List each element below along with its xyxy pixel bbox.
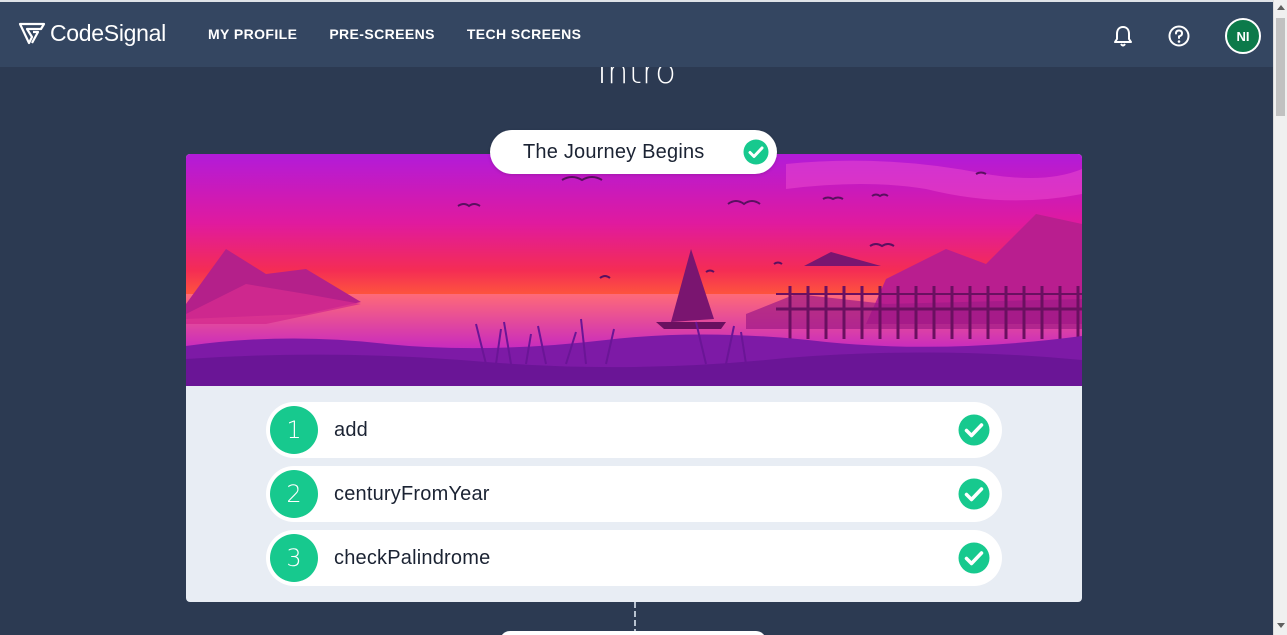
task-name: add [334, 418, 368, 441]
task-row-3[interactable]: 3 checkPalindrome [266, 530, 1002, 586]
task-name: centuryFromYear [334, 482, 490, 505]
scroll-up-arrow-icon[interactable] [1277, 4, 1285, 12]
nav-pre-screens[interactable]: PRE-SCREENS [329, 26, 435, 42]
next-topic-badge[interactable] [500, 631, 766, 635]
check-circle-icon [958, 542, 990, 574]
nav-tech-screens[interactable]: TECH SCREENS [467, 26, 581, 42]
help-circle-icon [1168, 25, 1190, 47]
top-navigation-bar: CodeSignal MY PROFILE PRE-SCREENS TECH S… [0, 0, 1273, 67]
sunset-banner-image [186, 154, 1082, 386]
topic-title-badge[interactable]: The Journey Begins [490, 130, 777, 174]
nav-my-profile[interactable]: MY PROFILE [208, 26, 297, 42]
task-name: checkPalindrome [334, 546, 491, 569]
vertical-scrollbar[interactable] [1273, 0, 1287, 635]
bell-icon [1114, 26, 1132, 47]
task-number: 3 [270, 534, 318, 582]
check-circle-icon [958, 414, 990, 446]
task-row-1[interactable]: 1 add [266, 402, 1002, 458]
check-circle-icon [743, 139, 769, 165]
notifications-button[interactable] [1112, 24, 1134, 53]
scrollbar-thumb[interactable] [1276, 18, 1285, 116]
main-nav: MY PROFILE PRE-SCREENS TECH SCREENS [208, 26, 581, 42]
arcade-topic-card: 1 add 2 centuryFromYear 3 checkPalindrom… [186, 154, 1082, 602]
avatar[interactable]: NI [1225, 18, 1261, 54]
help-button[interactable] [1167, 24, 1191, 53]
task-row-2[interactable]: 2 centuryFromYear [266, 466, 1002, 522]
task-number: 1 [270, 406, 318, 454]
topic-title: The Journey Begins [523, 140, 705, 163]
check-circle-icon [958, 478, 990, 510]
task-number: 2 [270, 470, 318, 518]
codesignal-logo-icon [18, 22, 46, 44]
codesignal-logo[interactable]: CodeSignal [18, 20, 166, 47]
scroll-down-arrow-icon[interactable] [1277, 621, 1285, 629]
brand-name: CodeSignal [50, 20, 166, 46]
